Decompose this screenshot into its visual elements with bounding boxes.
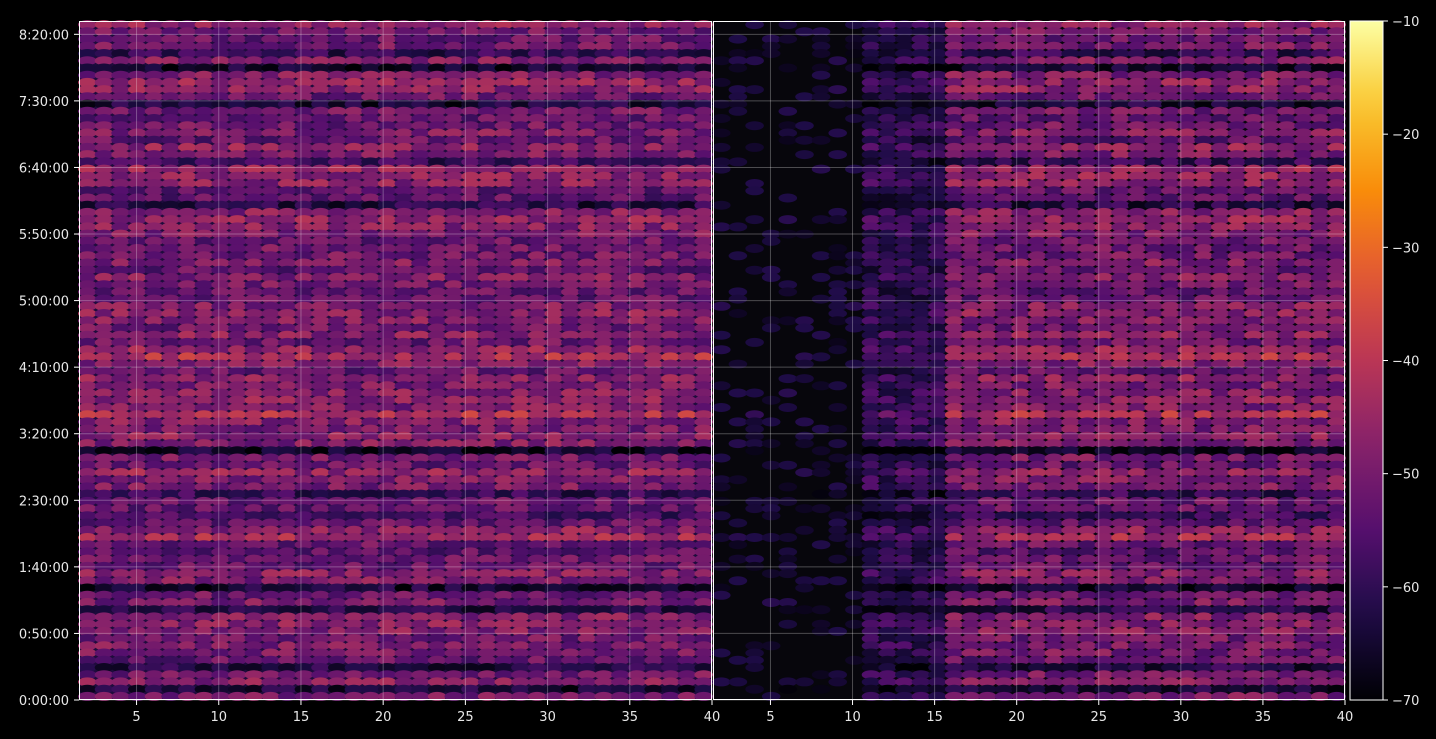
heatmap-cell xyxy=(778,316,798,326)
heatmap-cell xyxy=(745,85,764,95)
heatmap-cell xyxy=(828,128,847,138)
heatmap-cell xyxy=(778,106,798,116)
heatmap-cell xyxy=(745,186,764,196)
heatmap-panel-right xyxy=(712,20,1346,701)
heatmap-cell xyxy=(745,121,764,131)
heatmap-cell xyxy=(845,323,864,333)
heatmap-cell xyxy=(712,142,731,152)
heatmap-cell xyxy=(811,70,831,80)
heatmap-cell xyxy=(745,142,764,152)
heatmap-cell xyxy=(828,215,847,225)
heatmap-cell xyxy=(778,287,798,297)
heatmap-cell xyxy=(795,27,814,37)
heatmap-cell xyxy=(761,272,781,282)
heatmap-cell xyxy=(728,34,748,44)
heatmap-cell xyxy=(728,309,748,318)
heatmap-cell xyxy=(712,301,731,311)
heatmap-cell xyxy=(811,92,831,102)
heatmap-cell xyxy=(828,56,847,66)
heatmap-cell xyxy=(845,49,864,58)
heatmap-cell xyxy=(811,135,831,145)
heatmap-cell xyxy=(778,34,798,44)
heatmap-cell xyxy=(745,215,764,225)
heatmap-cell xyxy=(795,150,814,160)
heatmap-cell xyxy=(845,280,864,290)
heatmap-cell xyxy=(811,294,831,304)
heatmap-cell xyxy=(745,337,764,347)
heatmap-cell xyxy=(845,63,864,73)
heatmap-cell xyxy=(712,114,731,123)
heatmap-cell xyxy=(712,222,731,232)
heatmap-cell xyxy=(845,164,864,174)
heatmap-cell xyxy=(728,222,748,232)
heatmap-cell xyxy=(728,157,748,167)
heatmap-figure: −10−20−30−40−50−60−70 0:00:000:50:001:40… xyxy=(19,15,1420,725)
heatmap-cell xyxy=(712,77,731,87)
heatmap-cell xyxy=(728,251,748,261)
heatmap-cell xyxy=(811,330,831,340)
heatmap-cell xyxy=(828,265,847,275)
heatmap-cell xyxy=(811,164,831,174)
heatmap-cell xyxy=(728,294,748,304)
heatmap-cell xyxy=(811,49,831,58)
heatmap-cell xyxy=(728,106,748,116)
heatmap-cell xyxy=(745,265,764,275)
heatmap-cell xyxy=(712,128,731,138)
heatmap-cell xyxy=(761,236,781,246)
heatmap-cell xyxy=(745,244,764,253)
heatmap-cell xyxy=(828,251,847,261)
heatmap-cell xyxy=(795,135,814,145)
heatmap-cell xyxy=(712,164,731,174)
heatmap-cell xyxy=(761,49,781,58)
heatmap-cell xyxy=(712,56,731,66)
heatmap-panel-left xyxy=(78,20,713,701)
heatmap-cell xyxy=(828,316,847,326)
heatmap-cell xyxy=(795,323,814,333)
heatmap-cell xyxy=(728,63,748,73)
heatmap-cell xyxy=(778,63,798,73)
heatmap-cell xyxy=(811,251,831,261)
heatmap-cell xyxy=(795,92,814,102)
heatmap-cell xyxy=(778,215,798,225)
heatmap-cell xyxy=(845,265,864,275)
heatmap-cell xyxy=(811,215,831,225)
heatmap-cell xyxy=(795,121,814,131)
heatmap-cell xyxy=(811,272,831,282)
heatmap-cell xyxy=(778,193,798,203)
heatmap-cell xyxy=(828,85,847,95)
heatmap-cell xyxy=(845,114,864,123)
heatmap-cell xyxy=(828,150,847,160)
heatmap-cell xyxy=(745,56,764,66)
heatmap-cell xyxy=(845,301,864,311)
heatmap-cell xyxy=(778,135,798,145)
heatmap-cell xyxy=(712,330,731,340)
heatmap-cell xyxy=(712,200,731,210)
heatmap-cell xyxy=(761,323,781,333)
